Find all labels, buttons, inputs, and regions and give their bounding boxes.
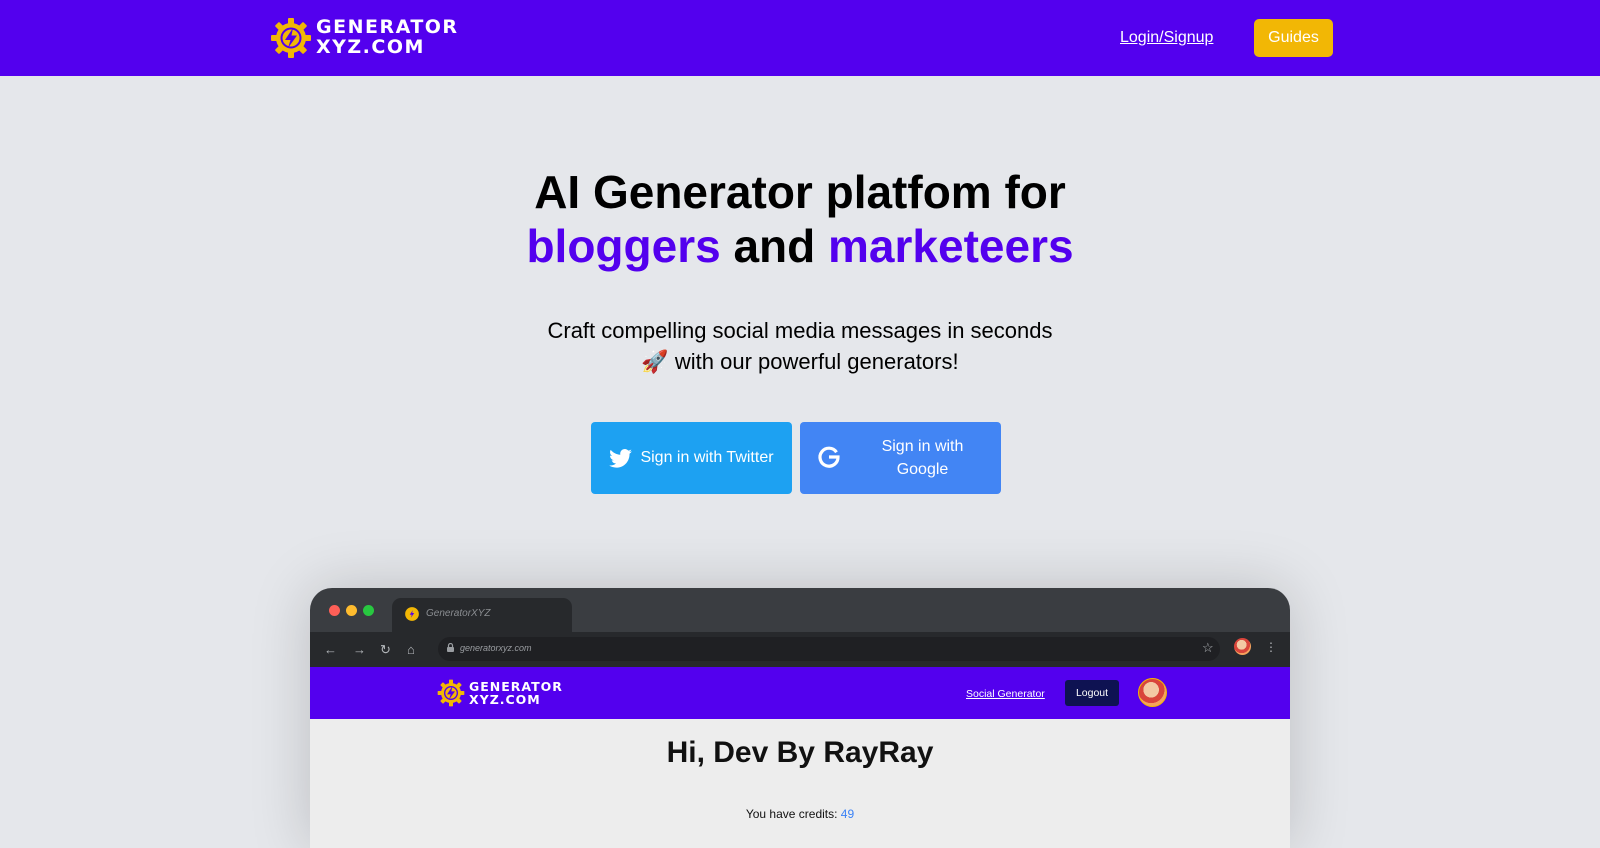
sign-in-google-button[interactable]: Sign in with Google xyxy=(800,422,1001,494)
hero-accent-bloggers: bloggers xyxy=(526,220,721,272)
twitter-button-label: Sign in with Twitter xyxy=(640,449,774,466)
mock-tab-bar: GeneratorXYZ xyxy=(310,588,1290,632)
mock-tab-title: GeneratorXYZ xyxy=(426,608,491,619)
mock-site-header: GENERATOR XYZ.COM Social Generator Logou… xyxy=(310,667,1290,719)
mock-profile-avatar xyxy=(1234,638,1251,655)
home-icon: ⌂ xyxy=(407,642,415,657)
site-logo[interactable]: GENERATOR XYZ.COM xyxy=(270,17,459,59)
guides-button[interactable]: Guides xyxy=(1254,19,1333,57)
mock-logo-wordmark: GENERATOR XYZ.COM xyxy=(469,678,563,707)
window-minimize-dot xyxy=(346,605,357,616)
star-icon: ☆ xyxy=(1202,640,1214,655)
mock-url-text: generatorxyz.com xyxy=(460,643,532,653)
browser-mockup-image: GeneratorXYZ ← → ↻ ⌂ generatorxyz.com ☆ … xyxy=(310,588,1290,848)
tab-favicon-icon xyxy=(405,607,419,621)
lock-icon xyxy=(447,643,454,652)
top-navbar: GENERATOR XYZ.COM Login/Signup Guides xyxy=(0,0,1600,76)
mock-browser-tab: GeneratorXYZ xyxy=(392,598,572,632)
logo-wordmark: GENERATOR XYZ.COM xyxy=(316,16,459,58)
hero-title: AI Generator platfom for bloggers and ma… xyxy=(526,166,1074,272)
mock-greeting: Hi, Dev By RayRay xyxy=(666,736,934,769)
window-close-dot xyxy=(329,605,340,616)
google-button-label: Sign in with Google xyxy=(881,438,964,478)
lightning-gear-logo-icon xyxy=(437,679,465,707)
mock-site-logo: GENERATOR XYZ.COM xyxy=(437,679,563,707)
hero-accent-marketeers: marketeers xyxy=(828,220,1074,272)
mock-social-generator-link: Social Generator xyxy=(966,688,1045,700)
mock-credits-value: 49 xyxy=(840,807,855,821)
reload-icon: ↻ xyxy=(380,642,391,657)
more-menu-icon: ⋮ xyxy=(1265,640,1277,654)
google-g-icon xyxy=(817,445,841,469)
twitter-bird-icon xyxy=(609,448,633,468)
mock-url-bar: generatorxyz.com xyxy=(438,637,1220,661)
lightning-gear-logo-icon xyxy=(271,18,311,58)
mock-credits-text: You have credits: 49 xyxy=(745,807,855,821)
window-maximize-dot xyxy=(363,605,374,616)
login-signup-link[interactable]: Login/Signup xyxy=(1120,29,1213,47)
mock-toolbar: ← → ↻ ⌂ generatorxyz.com ☆ xyxy=(310,632,1290,667)
sign-in-twitter-button[interactable]: Sign in with Twitter xyxy=(591,422,792,494)
back-arrow-icon: ← xyxy=(324,642,337,657)
mock-header-avatar xyxy=(1138,678,1167,707)
hero-subtitle: Craft compelling social media messages i… xyxy=(547,318,1053,374)
mock-logout-button: Logout xyxy=(1065,680,1119,706)
forward-arrow-icon: → xyxy=(353,642,366,657)
